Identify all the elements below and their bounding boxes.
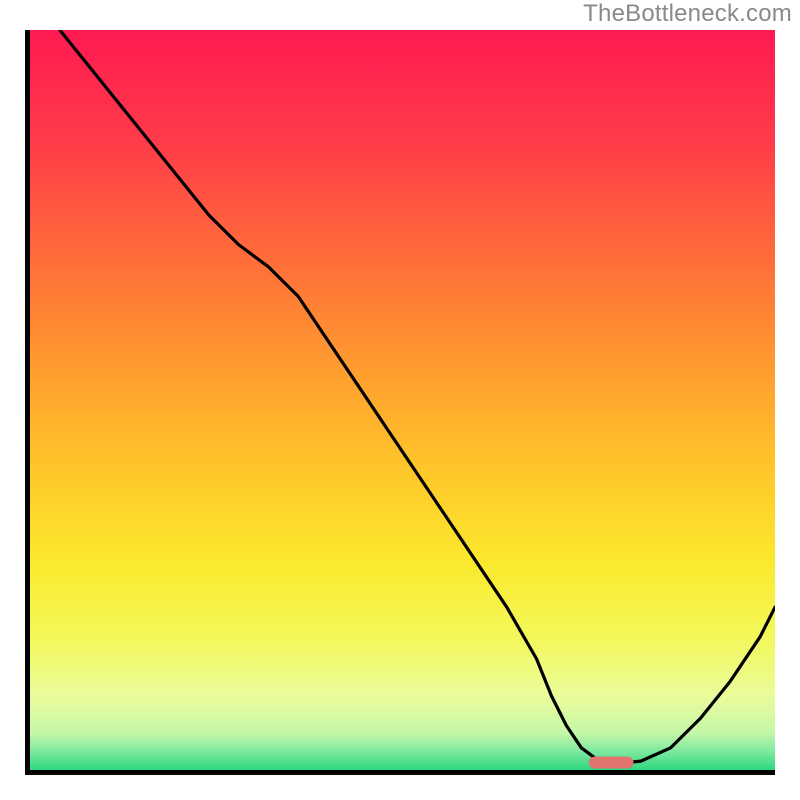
- plot-background: [30, 30, 775, 770]
- chart-container: TheBottleneck.com: [0, 0, 800, 800]
- plot-svg: [30, 30, 775, 770]
- watermark-text: TheBottleneck.com: [583, 0, 792, 28]
- optimal-marker: [589, 757, 634, 769]
